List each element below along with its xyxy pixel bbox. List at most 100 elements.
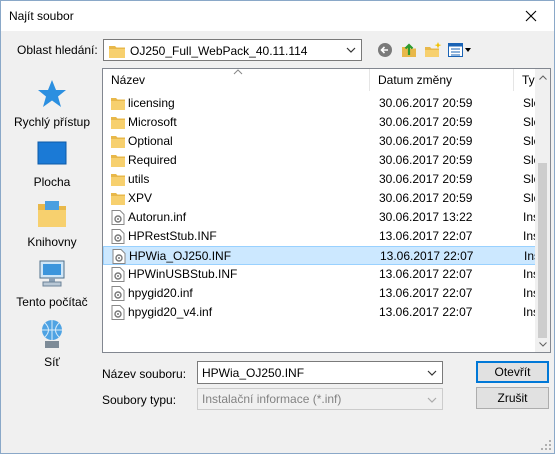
resize-grip-icon[interactable] (540, 439, 552, 451)
file-row[interactable]: hpygid20_v4.inf 13.06.2017 22:07 Ins (103, 303, 538, 322)
scrollbar-thumb[interactable] (538, 163, 547, 338)
file-row[interactable]: HPWinUSBStub.INF 13.06.2017 22:07 Ins (103, 265, 538, 284)
file-row[interactable]: XPV 30.06.2017 20:59 Slo (103, 189, 538, 208)
network-icon (42, 320, 62, 348)
window-title: Najít soubor (9, 9, 74, 23)
file-date: 13.06.2017 22:07 (379, 305, 473, 319)
file-name: utils (128, 172, 150, 186)
folder-icon (111, 155, 125, 167)
file-date: 30.06.2017 20:59 (379, 96, 473, 110)
look-in-combobox[interactable]: OJ250_Full_WebPack_40.11.114 (103, 39, 362, 61)
folder-icon (111, 117, 125, 129)
folder-icon (111, 174, 125, 186)
places-bar: Rychlý přístup Plocha Knihovny Tento poč… (7, 69, 97, 369)
file-name-label: Název souboru: (102, 367, 187, 381)
file-type-combobox[interactable]: Instalační informace (*.inf) (197, 388, 443, 410)
libraries-icon (38, 201, 66, 227)
file-type-label: Soubory typu: (102, 393, 177, 407)
folder-icon (111, 98, 125, 110)
open-button[interactable]: Otevřít (476, 361, 549, 383)
file-name: Required (128, 153, 177, 167)
star-icon (38, 80, 66, 107)
file-row[interactable]: HPRestStub.INF 13.06.2017 22:07 Ins (103, 227, 538, 246)
back-button[interactable] (374, 39, 396, 61)
inf-file-icon (111, 305, 125, 320)
folder-icon (111, 193, 125, 205)
view-menu-icon (448, 43, 471, 57)
scroll-up-button[interactable] (535, 71, 550, 83)
inf-file-icon (112, 249, 126, 264)
place-label: Tento počítač (16, 295, 88, 309)
chevron-down-icon[interactable] (343, 42, 359, 58)
file-name: licensing (128, 96, 175, 110)
folder-icon (111, 136, 125, 148)
file-type-value: Instalační informace (*.inf) (202, 392, 342, 406)
file-dialog: Najít soubor Oblast hledání: OJ250_Full_… (0, 0, 555, 454)
file-date: 30.06.2017 13:22 (379, 210, 473, 224)
file-row[interactable]: Autorun.inf 30.06.2017 13:22 Ins (103, 208, 538, 227)
view-menu-button[interactable] (446, 39, 474, 61)
file-date: 30.06.2017 20:59 (379, 153, 473, 167)
chevron-down-icon (538, 341, 547, 347)
place-label: Rychlý přístup (13, 115, 91, 129)
place-this-pc[interactable]: Tento počítač (7, 257, 97, 315)
column-headers: Název Datum změny Ty (103, 69, 550, 91)
file-name: Optional (128, 134, 173, 148)
file-date: 30.06.2017 20:59 (379, 115, 473, 129)
file-date: 13.06.2017 22:07 (379, 286, 473, 300)
file-name: HPWinUSBStub.INF (128, 267, 238, 281)
file-list[interactable]: Název Datum změny Ty licensing 30.06.201… (102, 68, 551, 353)
file-name: Autorun.inf (128, 210, 187, 224)
file-name: HPRestStub.INF (128, 229, 217, 243)
place-desktop[interactable]: Plocha (7, 137, 97, 195)
place-libraries[interactable]: Knihovny (7, 197, 97, 255)
vertical-scrollbar[interactable] (535, 69, 550, 352)
new-folder-button[interactable] (422, 39, 444, 61)
file-row[interactable]: Optional 30.06.2017 20:59 Slo (103, 132, 538, 151)
file-row[interactable]: hpygid20.inf 13.06.2017 22:07 Ins (103, 284, 538, 303)
file-row[interactable]: Microsoft 30.06.2017 20:59 Slo (103, 113, 538, 132)
close-button[interactable] (508, 1, 554, 31)
column-header-date[interactable]: Datum změny (370, 69, 514, 91)
title-bar: Najít soubor (1, 1, 554, 31)
look-in-value: OJ250_Full_WebPack_40.11.114 (130, 44, 308, 58)
file-name: hpygid20_v4.inf (128, 305, 213, 319)
new-folder-icon (425, 42, 442, 57)
up-folder-icon (402, 43, 416, 57)
file-row[interactable]: Required 30.06.2017 20:59 Slo (103, 151, 538, 170)
place-label: Plocha (33, 175, 71, 189)
file-date: 13.06.2017 22:07 (380, 249, 474, 263)
inf-file-icon (111, 267, 125, 282)
file-row[interactable]: licensing 30.06.2017 20:59 Slo (103, 94, 538, 113)
scroll-down-button[interactable] (535, 338, 550, 350)
file-name: Microsoft (128, 115, 177, 129)
file-date: 13.06.2017 22:07 (379, 229, 473, 243)
chevron-up-icon (538, 74, 547, 80)
file-date: 30.06.2017 20:59 (379, 191, 473, 205)
back-arrow-icon (378, 43, 392, 57)
place-quick-access[interactable]: Rychlý přístup (7, 77, 97, 135)
file-name-combobox[interactable] (197, 361, 443, 384)
up-one-level-button[interactable] (398, 39, 420, 61)
inf-file-icon (111, 286, 125, 301)
place-label: Knihovny (27, 235, 77, 249)
inf-file-icon (111, 210, 125, 225)
file-date: 30.06.2017 20:59 (379, 134, 473, 148)
desktop-icon (37, 141, 67, 165)
look-in-label: Oblast hledání: (17, 43, 98, 57)
file-row[interactable]: utils 30.06.2017 20:59 Slo (103, 170, 538, 189)
chevron-down-icon (424, 392, 440, 408)
computer-icon (39, 260, 65, 287)
chevron-down-icon[interactable] (424, 365, 440, 381)
close-icon (525, 10, 537, 22)
file-name-input[interactable] (200, 364, 420, 381)
cancel-button[interactable]: Zrušit (476, 387, 549, 409)
file-name: hpygid20.inf (128, 286, 193, 300)
sort-ascending-icon (233, 69, 243, 75)
place-network[interactable]: Síť (7, 317, 97, 375)
inf-file-icon (111, 229, 125, 244)
file-date: 13.06.2017 22:07 (379, 267, 473, 281)
file-date: 30.06.2017 20:59 (379, 172, 473, 186)
file-name: XPV (128, 191, 153, 205)
file-row-selected[interactable]: HPWia_OJ250.INF 13.06.2017 22:07 Ins (103, 246, 539, 265)
